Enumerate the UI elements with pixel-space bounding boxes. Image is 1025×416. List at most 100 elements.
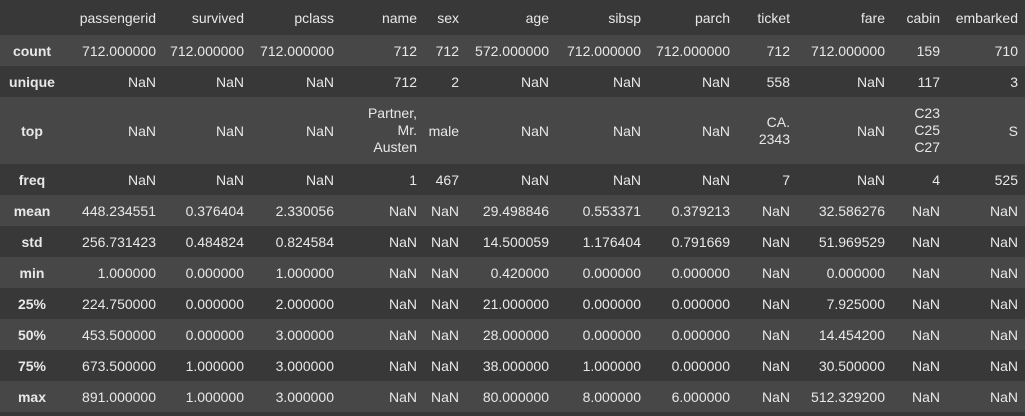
cell-sibsp: NaN <box>612 73 641 90</box>
row-label: 25% <box>17 295 47 312</box>
cell-line: C27 <box>914 139 940 155</box>
cell-cabin: 159 <box>916 42 940 59</box>
table-header-row: passengerid survived pclass name sex age sibsp… <box>0 0 1025 35</box>
cell-line: CA. <box>766 113 790 130</box>
cell-sibsp: 1.000000 <box>582 357 641 374</box>
cell-survived: NaN <box>215 122 244 139</box>
row-label: mean <box>13 202 51 219</box>
cell-age: 14.500059 <box>482 233 549 250</box>
cell-age: 29.498846 <box>482 202 549 219</box>
column-header-parch: parch <box>694 9 730 26</box>
cell-sibsp: NaN <box>612 122 641 139</box>
cell-cabin: NaN <box>911 264 940 281</box>
cell-sex: 712 <box>435 42 459 59</box>
cell-sibsp: 712.000000 <box>567 42 641 59</box>
cell-fare: NaN <box>856 171 885 188</box>
row-label: std <box>21 233 43 250</box>
table-row: unique NaN NaN NaN 712 2 NaN NaN NaN 558 NaN 117 3 <box>0 66 1025 97</box>
cell-ticket: NaN <box>761 202 790 219</box>
cell-embarked: NaN <box>989 264 1018 281</box>
cell-parch: 6.000000 <box>671 388 730 405</box>
cell-ticket: 7 <box>782 171 790 188</box>
cell-name: 1 <box>409 171 417 188</box>
cell-pclass: 3.000000 <box>275 326 334 343</box>
row-label: unique <box>9 73 55 90</box>
cell-survived: 0.000000 <box>185 326 244 343</box>
dataframe-describe-table: passengerid survived pclass name sex age sibsp… <box>0 0 1025 412</box>
cell-cabin: NaN <box>911 388 940 405</box>
cell-cabin: 117 <box>917 73 940 90</box>
cell-pclass: 712.000000 <box>260 42 334 59</box>
cell-fare: 32.586276 <box>818 202 885 219</box>
cell-pclass: NaN <box>305 73 334 90</box>
cell-parch: 0.000000 <box>671 295 730 312</box>
column-header-ticket: ticket <box>757 9 790 26</box>
cell-passengerid: 256.731423 <box>82 233 156 250</box>
table-row: top NaN NaN NaN Partner, Mr. Austen male NaN NaN N… <box>0 97 1025 164</box>
cell-line: 2343 <box>758 130 790 147</box>
index-header <box>0 0 64 35</box>
cell-pclass: 1.000000 <box>275 264 334 281</box>
cell-survived: 712.000000 <box>170 42 244 59</box>
column-header-sex: sex <box>437 9 459 26</box>
cell-cabin: NaN <box>911 357 940 374</box>
cell-name: NaN <box>388 202 417 219</box>
cell-sex: NaN <box>430 326 459 343</box>
cell-sex: 467 <box>435 171 459 188</box>
cell-parch: NaN <box>701 171 730 188</box>
cell-sibsp: 0.553371 <box>582 202 641 219</box>
cell-survived: 0.484824 <box>185 233 244 250</box>
cell-passengerid: 673.500000 <box>82 357 156 374</box>
cell-name: NaN <box>388 357 417 374</box>
cell-survived: NaN <box>215 73 244 90</box>
cell-passengerid: 712.000000 <box>82 42 156 59</box>
table-row: 25% 224.750000 0.000000 2.000000 NaN NaN 21.00… <box>0 288 1025 319</box>
cell-cabin: NaN <box>911 202 940 219</box>
cell-cabin: NaN <box>911 326 940 343</box>
row-label: max <box>17 388 47 405</box>
cell-survived: 0.376404 <box>185 202 244 219</box>
cell-fare: 7.925000 <box>826 295 885 312</box>
cell-sex: NaN <box>430 388 459 405</box>
row-label: min <box>19 264 45 281</box>
cell-fare: 0.000000 <box>826 264 885 281</box>
cell-embarked: S <box>1008 122 1018 139</box>
cell-name: Partner, Mr. Austen <box>341 97 424 164</box>
cell-sibsp: NaN <box>612 171 641 188</box>
table-row: 50% 453.500000 0.000000 3.000000 NaN NaN 28.00… <box>0 319 1025 350</box>
cell-cabin: NaN <box>911 233 940 250</box>
cell-sibsp: 0.000000 <box>582 326 641 343</box>
cell-cabin: 4 <box>932 171 940 188</box>
cell-ticket: NaN <box>761 388 790 405</box>
cell-passengerid: 448.234551 <box>82 202 156 219</box>
cell-passengerid: 891.000000 <box>82 388 156 405</box>
cell-embarked: NaN <box>989 202 1018 219</box>
cell-parch: 712.000000 <box>656 42 730 59</box>
row-label: 50% <box>17 326 47 343</box>
cell-ticket: 712 <box>766 42 790 59</box>
cell-passengerid: NaN <box>127 122 156 139</box>
cell-pclass: 0.824584 <box>275 233 334 250</box>
cell-age: NaN <box>520 122 549 139</box>
column-header-name: name <box>381 9 417 26</box>
cell-fare: NaN <box>856 73 885 90</box>
cell-passengerid: 224.750000 <box>82 295 156 312</box>
cell-parch: 0.791669 <box>671 233 730 250</box>
cell-survived: NaN <box>215 171 244 188</box>
column-header-embarked: embarked <box>955 9 1018 26</box>
cell-parch: NaN <box>701 73 730 90</box>
cell-embarked: 710 <box>994 42 1018 59</box>
cell-line: C25 <box>914 122 940 138</box>
column-header-sibsp: sibsp <box>608 9 641 26</box>
cell-parch: NaN <box>701 122 730 139</box>
cell-fare: 512.329200 <box>811 388 885 405</box>
cell-survived: 0.000000 <box>185 264 244 281</box>
cell-pclass: NaN <box>305 171 334 188</box>
cell-embarked: NaN <box>989 326 1018 343</box>
cell-name: 712 <box>393 73 417 90</box>
describe-output: passengerid survived pclass name sex age sibsp… <box>0 0 1025 416</box>
cell-sex: male <box>428 122 459 139</box>
cell-ticket: NaN <box>761 326 790 343</box>
cell-line: C23 <box>914 105 940 121</box>
cell-fare: 30.500000 <box>818 357 885 374</box>
